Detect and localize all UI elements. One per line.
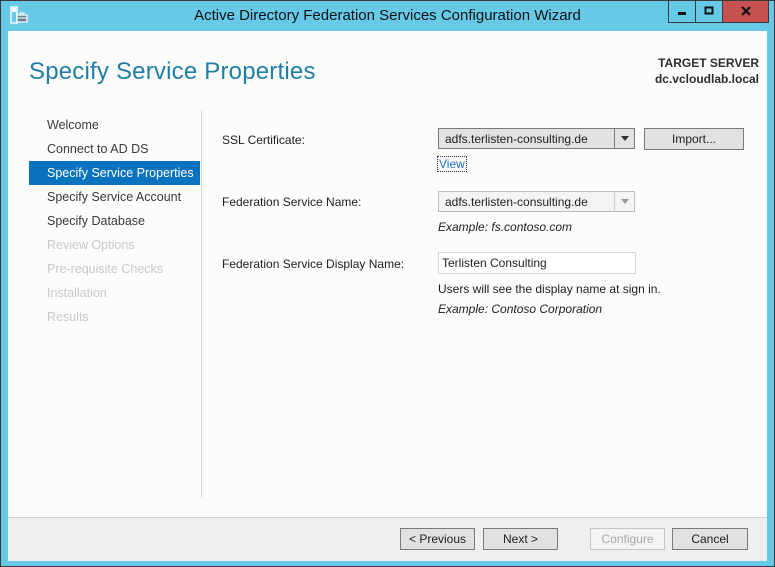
target-server: TARGET SERVER dc.vcloudlab.local — [655, 55, 759, 87]
display-name-field-container — [438, 252, 636, 274]
previous-button[interactable]: < Previous — [400, 528, 475, 550]
display-name-input[interactable] — [439, 253, 635, 273]
close-button[interactable] — [723, 1, 768, 22]
target-server-value: dc.vcloudlab.local — [654, 72, 759, 86]
nav-item-installation: Installation — [47, 286, 107, 300]
maximize-button[interactable] — [696, 1, 723, 22]
ssl-certificate-label: SSL Certificate: — [222, 133, 305, 147]
ssl-certificate-value: adfs.terlisten-consulting.de — [445, 132, 588, 146]
nav-item-review-options: Review Options — [47, 238, 135, 252]
window-controls — [668, 1, 769, 23]
display-name-label: Federation Service Display Name: — [222, 257, 405, 271]
wizard-client-area: Specify Service Properties TARGET SERVER… — [8, 31, 767, 561]
next-button[interactable]: Next > — [483, 528, 558, 550]
configure-button: Configure — [590, 528, 665, 550]
nav-item-prerequisite-checks: Pre-requisite Checks — [47, 262, 164, 276]
minimize-button[interactable] — [669, 1, 696, 22]
window-title: Active Directory Federation Services Con… — [194, 7, 581, 24]
ssl-certificate-dropdown[interactable]: adfs.terlisten-consulting.de — [438, 128, 635, 149]
target-server-label: TARGET SERVER — [658, 56, 759, 70]
chevron-down-icon — [620, 199, 629, 204]
wizard-window: Active Directory Federation Services Con… — [0, 0, 775, 567]
chevron-down-icon — [620, 136, 629, 141]
nav-divider — [201, 111, 202, 497]
nav-item-specify-service-account[interactable]: Specify Service Account — [29, 185, 200, 209]
nav-item-specify-database[interactable]: Specify Database — [29, 209, 200, 233]
minimize-icon — [677, 5, 687, 19]
wizard-step-nav: Welcome Connect to AD DS Specify Service… — [29, 113, 200, 329]
federation-service-name-dropdown[interactable]: adfs.terlisten-consulting.de — [438, 191, 635, 212]
display-name-example: Example: Contoso Corporation — [438, 302, 603, 316]
ssl-certificate-dropdown-arrow[interactable] — [614, 129, 634, 148]
view-certificate-link[interactable]: View — [437, 156, 467, 172]
nav-item-specify-service-properties[interactable]: Specify Service Properties — [29, 161, 200, 185]
maximize-icon — [704, 5, 714, 19]
import-button[interactable]: Import... — [644, 128, 744, 150]
nav-item-connect-to-ad-ds[interactable]: Connect to AD DS — [29, 137, 200, 161]
federation-service-name-dropdown-arrow[interactable] — [614, 192, 634, 211]
federation-service-name-value: adfs.terlisten-consulting.de — [445, 195, 588, 209]
title-bar[interactable]: Active Directory Federation Services Con… — [1, 1, 774, 31]
nav-item-results: Results — [47, 310, 89, 324]
wizard-footer: < Previous Next > Configure Cancel — [8, 517, 767, 561]
page-title: Specify Service Properties — [29, 58, 316, 85]
federation-service-name-label: Federation Service Name: — [222, 195, 362, 209]
nav-item-welcome[interactable]: Welcome — [29, 113, 200, 137]
close-icon — [740, 5, 751, 19]
cancel-button[interactable]: Cancel — [672, 528, 748, 550]
federation-service-name-example: Example: fs.contoso.com — [438, 220, 573, 234]
display-name-hint: Users will see the display name at sign … — [438, 282, 661, 296]
